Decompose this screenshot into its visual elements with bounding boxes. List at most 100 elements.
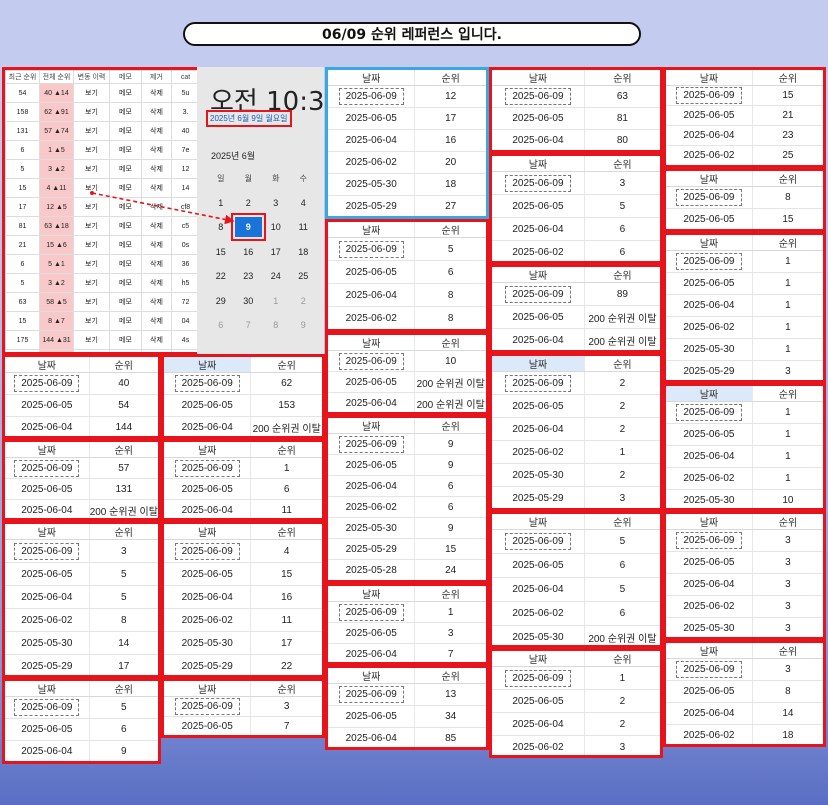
- calendar-day[interactable]: 23: [235, 271, 263, 281]
- memo-button[interactable]: 메모: [109, 254, 142, 274]
- date-cell-selected[interactable]: 2025-06-09: [505, 174, 571, 192]
- date-cell-selected[interactable]: 2025-06-09: [505, 88, 571, 105]
- memo-button[interactable]: 메모: [109, 197, 142, 217]
- calendar-day[interactable]: 2: [235, 198, 263, 208]
- date-cell[interactable]: 2025-06-09: [5, 696, 90, 719]
- delete-button[interactable]: 삭제: [141, 235, 172, 255]
- delete-button[interactable]: 삭제: [141, 216, 172, 236]
- view-history-button[interactable]: 보기: [73, 140, 110, 160]
- memo-button[interactable]: 메모: [109, 102, 142, 122]
- delete-button[interactable]: 삭제: [141, 140, 172, 160]
- calendar-day[interactable]: 25: [290, 271, 318, 281]
- date-cell[interactable]: 2025-06-09: [5, 457, 90, 479]
- date-cell-selected[interactable]: 2025-06-09: [676, 404, 742, 421]
- calendar-day[interactable]: 11: [290, 222, 318, 232]
- memo-button[interactable]: 메모: [109, 330, 142, 350]
- date-cell[interactable]: 2025-06-09: [164, 372, 252, 395]
- date-cell[interactable]: 2025-06-09: [492, 529, 585, 554]
- date-cell[interactable]: 2025-06-09: [492, 282, 585, 306]
- calendar-day[interactable]: 2: [290, 296, 318, 306]
- view-history-button[interactable]: 보기: [73, 254, 110, 274]
- delete-button[interactable]: 삭제: [141, 330, 172, 350]
- date-cell-selected[interactable]: 2025-06-09: [174, 375, 240, 392]
- calendar-day[interactable]: 24: [262, 271, 290, 281]
- calendar-month-label[interactable]: 2025년 6월: [211, 149, 255, 162]
- view-history-button[interactable]: 보기: [73, 159, 110, 179]
- view-history-button[interactable]: 보기: [73, 235, 110, 255]
- memo-button[interactable]: 메모: [109, 292, 142, 312]
- date-cell[interactable]: 2025-06-09: [164, 457, 252, 479]
- view-history-button[interactable]: 보기: [73, 273, 110, 293]
- calendar-day[interactable]: 17: [262, 247, 290, 257]
- calendar-day[interactable]: 1: [262, 296, 290, 306]
- delete-button[interactable]: 삭제: [141, 159, 172, 179]
- calendar-day[interactable]: 29: [207, 296, 235, 306]
- date-cell[interactable]: 2025-06-09: [328, 237, 416, 261]
- date-cell[interactable]: 2025-06-09: [164, 696, 252, 717]
- view-history-button[interactable]: 보기: [73, 121, 110, 141]
- delete-button[interactable]: 삭제: [141, 197, 172, 217]
- date-cell-selected[interactable]: 2025-06-09: [505, 285, 571, 303]
- date-cell-selected[interactable]: 2025-06-09: [174, 698, 240, 715]
- date-cell-selected[interactable]: 2025-06-09: [676, 253, 742, 270]
- memo-button[interactable]: 메모: [109, 159, 142, 179]
- date-cell[interactable]: 2025-06-09: [666, 186, 753, 209]
- date-cell-selected[interactable]: 2025-06-09: [14, 699, 80, 716]
- date-cell[interactable]: 2025-06-09: [164, 539, 252, 563]
- calendar-day[interactable]: 18: [290, 247, 318, 257]
- calendar-day[interactable]: 9: [230, 213, 266, 242]
- calendar-day[interactable]: 30: [235, 296, 263, 306]
- date-cell[interactable]: 2025-06-09: [328, 350, 416, 372]
- date-cell-selected[interactable]: 2025-06-09: [14, 459, 80, 477]
- calendar-day[interactable]: 3: [262, 198, 290, 208]
- calendar-day[interactable]: 16: [235, 247, 263, 257]
- view-history-button[interactable]: 보기: [73, 330, 110, 350]
- date-cell-selected[interactable]: 2025-06-09: [505, 533, 571, 550]
- date-cell-selected[interactable]: 2025-06-09: [338, 686, 404, 703]
- calendar-day[interactable]: 10: [262, 222, 290, 232]
- date-cell[interactable]: 2025-06-09: [328, 433, 416, 455]
- date-cell-selected[interactable]: 2025-06-09: [505, 669, 571, 687]
- date-cell-selected[interactable]: 2025-06-09: [505, 374, 571, 392]
- view-history-button[interactable]: 보기: [73, 178, 110, 198]
- date-cell[interactable]: 2025-06-09: [666, 658, 753, 681]
- calendar-day[interactable]: 6: [207, 320, 235, 330]
- date-cell-selected[interactable]: 2025-06-09: [338, 435, 404, 453]
- date-cell-selected[interactable]: 2025-06-09: [676, 87, 742, 104]
- date-cell-selected[interactable]: 2025-06-09: [676, 532, 742, 549]
- delete-button[interactable]: 삭제: [141, 178, 172, 198]
- calendar-day[interactable]: 22: [207, 271, 235, 281]
- delete-button[interactable]: 삭제: [141, 273, 172, 293]
- calendar-day[interactable]: 4: [290, 198, 318, 208]
- date-cell-selected[interactable]: 2025-06-09: [14, 375, 80, 392]
- view-history-button[interactable]: 보기: [73, 311, 110, 331]
- date-cell-selected[interactable]: 2025-06-09: [338, 603, 404, 621]
- memo-button[interactable]: 메모: [109, 235, 142, 255]
- date-cell-selected[interactable]: 2025-06-09: [174, 542, 240, 560]
- date-cell[interactable]: 2025-06-09: [666, 250, 753, 273]
- date-cell[interactable]: 2025-06-09: [492, 666, 585, 690]
- memo-button[interactable]: 메모: [109, 83, 142, 103]
- memo-button[interactable]: 메모: [109, 273, 142, 293]
- date-cell-selected[interactable]: 2025-06-09: [676, 661, 742, 678]
- date-cell[interactable]: 2025-06-09: [328, 683, 416, 706]
- date-cell[interactable]: 2025-06-09: [666, 85, 753, 106]
- delete-button[interactable]: 삭제: [141, 311, 172, 331]
- calendar-day[interactable]: 9: [290, 320, 318, 330]
- delete-button[interactable]: 삭제: [141, 254, 172, 274]
- date-cell[interactable]: 2025-06-09: [666, 529, 753, 552]
- date-cell-selected[interactable]: 2025-06-09: [14, 542, 80, 560]
- memo-button[interactable]: 메모: [109, 178, 142, 198]
- date-cell-selected[interactable]: 2025-06-09: [338, 240, 404, 258]
- memo-button[interactable]: 메모: [109, 140, 142, 160]
- date-cell-selected[interactable]: 2025-06-09: [338, 88, 404, 105]
- date-cell-selected[interactable]: 2025-06-09: [174, 459, 240, 477]
- calendar-day[interactable]: 8: [207, 222, 235, 232]
- delete-button[interactable]: 삭제: [141, 292, 172, 312]
- date-cell[interactable]: 2025-06-09: [5, 372, 90, 395]
- view-history-button[interactable]: 보기: [73, 216, 110, 236]
- delete-button[interactable]: 삭제: [141, 83, 172, 103]
- delete-button[interactable]: 삭제: [141, 102, 172, 122]
- date-cell[interactable]: 2025-06-09: [492, 371, 585, 395]
- view-history-button[interactable]: 보기: [73, 102, 110, 122]
